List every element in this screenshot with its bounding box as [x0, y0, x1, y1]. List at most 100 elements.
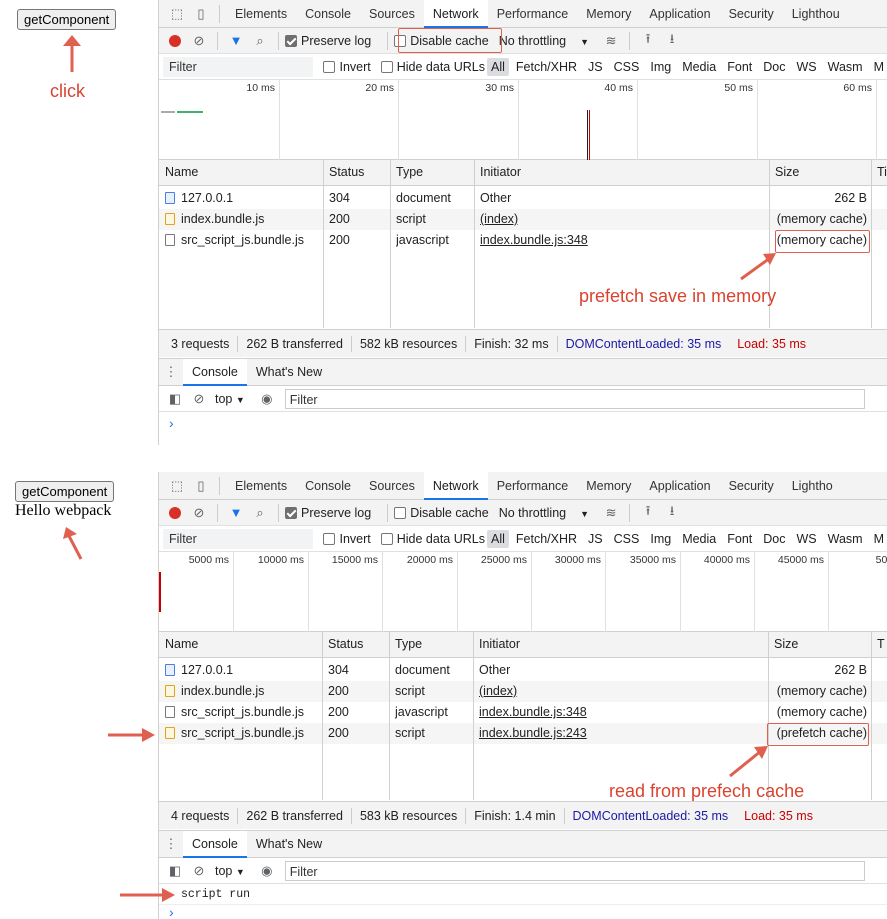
tab-console[interactable]: Console	[183, 830, 247, 858]
filter-type-ws[interactable]: WS	[792, 530, 820, 548]
preserve-log-checkbox[interactable]: Preserve log	[285, 34, 371, 48]
column-divider[interactable]	[390, 160, 391, 328]
filter-type-js[interactable]: JS	[584, 58, 607, 76]
column-header-status[interactable]: Status	[328, 634, 363, 655]
table-row[interactable]: index.bundle.js 200 script (index) (memory c…	[159, 209, 887, 230]
clear-icon[interactable]: ⊘	[187, 501, 211, 525]
search-icon[interactable]: ⌕	[248, 501, 272, 525]
context-select[interactable]: top ▼	[215, 864, 245, 878]
record-icon[interactable]	[163, 501, 187, 525]
filter-type-m[interactable]: M	[870, 530, 887, 548]
device-toolbar-icon[interactable]: ▯	[189, 2, 213, 26]
column-header-initiator[interactable]: Initiator	[480, 162, 521, 183]
filter-type-css[interactable]: CSS	[610, 58, 644, 76]
column-divider[interactable]	[389, 632, 390, 800]
tab-console[interactable]: Console	[183, 358, 247, 386]
tab-network[interactable]: Network	[423, 472, 488, 500]
clear-console-icon[interactable]: ⊘	[187, 859, 211, 883]
filter-input[interactable]: Filter	[163, 56, 314, 77]
filter-type-js[interactable]: JS	[584, 530, 607, 548]
console-filter-input[interactable]: Filter	[284, 860, 865, 881]
filter-icon[interactable]: ▼	[224, 29, 248, 53]
filter-type-wasm[interactable]: Wasm	[824, 58, 867, 76]
tab-performance[interactable]: Performance	[488, 472, 578, 500]
filter-type-font[interactable]: Font	[723, 530, 756, 548]
filter-type-css[interactable]: CSS	[610, 530, 644, 548]
drawer-menu-icon[interactable]: ⋮	[159, 832, 183, 856]
filter-type-ws[interactable]: WS	[792, 58, 820, 76]
tab-security[interactable]: Security	[720, 472, 783, 500]
table-row[interactable]: index.bundle.js 200 script (index) (memory c…	[159, 681, 887, 702]
import-har-icon[interactable]: ⭱	[636, 29, 660, 53]
column-divider[interactable]	[474, 160, 475, 328]
column-header-status[interactable]: Status	[329, 162, 364, 183]
device-toolbar-icon[interactable]: ▯	[189, 474, 213, 498]
tab-security[interactable]: Security	[720, 0, 783, 28]
column-divider[interactable]	[871, 160, 872, 328]
filter-type-m[interactable]: M	[870, 58, 887, 76]
column-header-name[interactable]: Name	[165, 162, 198, 183]
tab-application[interactable]: Application	[640, 472, 719, 500]
column-divider[interactable]	[322, 632, 323, 800]
filter-input[interactable]: Filter	[163, 528, 314, 549]
column-divider[interactable]	[323, 160, 324, 328]
tab-sources[interactable]: Sources	[360, 472, 424, 500]
clear-icon[interactable]: ⊘	[187, 29, 211, 53]
filter-type-wasm[interactable]: Wasm	[824, 530, 867, 548]
filter-type-fetch-xhr[interactable]: Fetch/XHR	[512, 530, 581, 548]
column-header-initiator[interactable]: Initiator	[479, 634, 520, 655]
column-divider[interactable]	[871, 632, 872, 800]
context-select[interactable]: top ▼	[215, 392, 245, 406]
preserve-log-checkbox[interactable]: Preserve log	[285, 506, 371, 520]
column-header-type[interactable]: Type	[396, 162, 423, 183]
hide-data-urls-checkbox[interactable]: Hide data URLs	[380, 532, 485, 546]
eye-icon[interactable]: ◉	[255, 859, 279, 883]
column-header-ti[interactable]: Ti	[877, 162, 887, 183]
tab-console[interactable]: Console	[296, 0, 360, 28]
column-header-name[interactable]: Name	[165, 634, 198, 655]
network-conditions-icon[interactable]: ≋	[599, 29, 623, 53]
filter-type-all[interactable]: All	[487, 57, 509, 76]
sidebar-toggle-icon[interactable]: ◧	[163, 859, 187, 883]
tab-lighthou[interactable]: Lighthou	[783, 0, 849, 28]
tab-sources[interactable]: Sources	[360, 0, 424, 28]
cell-initiator[interactable]: (index)	[480, 209, 518, 230]
search-icon[interactable]: ⌕	[248, 29, 272, 53]
eye-icon[interactable]: ◉	[255, 387, 279, 411]
cell-initiator[interactable]: index.bundle.js:243	[479, 723, 587, 744]
table-row[interactable]: 127.0.0.1 304 document Other 262 B	[159, 188, 887, 209]
column-header-t[interactable]: T	[877, 634, 885, 655]
tab-application[interactable]: Application	[640, 0, 719, 28]
filter-type-fetch-xhr[interactable]: Fetch/XHR	[512, 58, 581, 76]
filter-type-media[interactable]: Media	[678, 530, 720, 548]
filter-icon[interactable]: ▼	[224, 501, 248, 525]
invert-checkbox[interactable]: Invert	[323, 532, 371, 546]
invert-checkbox[interactable]: Invert	[323, 60, 371, 74]
throttling-select[interactable]: No throttling ▼	[499, 506, 589, 520]
get-component-button-2[interactable]: getComponent	[15, 481, 115, 502]
inspect-element-icon[interactable]: ⬚	[165, 2, 189, 26]
tab-performance[interactable]: Performance	[488, 0, 578, 28]
filter-type-all[interactable]: All	[487, 529, 509, 548]
tab-memory[interactable]: Memory	[577, 0, 640, 28]
record-icon[interactable]	[163, 29, 187, 53]
disable-cache-checkbox[interactable]: Disable cache	[394, 506, 489, 520]
clear-console-icon[interactable]: ⊘	[187, 387, 211, 411]
tab-whats-new[interactable]: What's New	[247, 831, 331, 858]
network-conditions-icon[interactable]: ≋	[599, 501, 623, 525]
column-divider[interactable]	[473, 632, 474, 800]
tab-network[interactable]: Network	[423, 0, 488, 28]
cell-initiator[interactable]: (index)	[479, 681, 517, 702]
drawer-menu-icon[interactable]: ⋮	[159, 360, 183, 384]
column-header-type[interactable]: Type	[395, 634, 422, 655]
console-filter-input[interactable]: Filter	[284, 388, 865, 409]
filter-type-doc[interactable]: Doc	[759, 58, 789, 76]
tab-lighth[interactable]: Lighthо	[783, 472, 842, 500]
tab-console[interactable]: Console	[296, 472, 360, 500]
tab-memory[interactable]: Memory	[577, 472, 640, 500]
filter-type-media[interactable]: Media	[678, 58, 720, 76]
filter-type-img[interactable]: Img	[646, 58, 675, 76]
console-prompt[interactable]: ›	[169, 904, 174, 919]
inspect-element-icon[interactable]: ⬚	[165, 474, 189, 498]
tab-elements[interactable]: Elements	[226, 0, 296, 28]
